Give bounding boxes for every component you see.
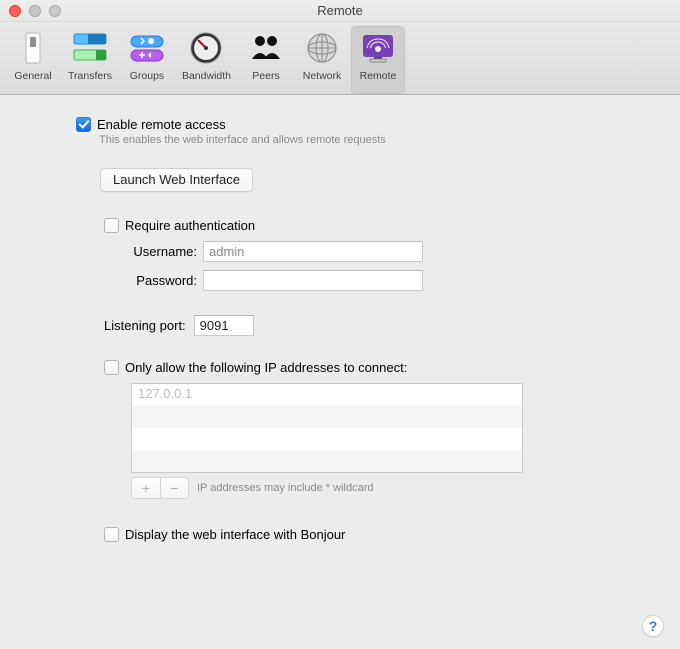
tab-transfers[interactable]: Transfers <box>62 26 118 94</box>
tab-peers[interactable]: Peers <box>239 26 293 94</box>
tab-general[interactable]: General <box>6 26 60 94</box>
ip-list-row <box>132 428 522 450</box>
add-ip-button[interactable]: + <box>132 478 160 498</box>
general-icon <box>13 28 53 68</box>
ip-list-row <box>132 450 522 472</box>
bandwidth-icon <box>186 28 226 68</box>
ip-list-row[interactable]: 127.0.0.1 <box>132 384 522 406</box>
tab-network[interactable]: Network <box>295 26 349 94</box>
groups-icon <box>127 28 167 68</box>
password-label: Password: <box>104 273 203 288</box>
tab-label: Remote <box>360 70 397 82</box>
bonjour-label: Display the web interface with Bonjour <box>125 527 345 542</box>
tab-label: Groups <box>130 70 164 82</box>
title-bar: Remote <box>0 0 680 22</box>
window-title: Remote <box>0 3 680 18</box>
enable-remote-label: Enable remote access <box>97 117 226 132</box>
username-label: Username: <box>104 244 203 259</box>
peers-icon <box>246 28 286 68</box>
launch-web-interface-button[interactable]: Launch Web Interface <box>100 168 253 192</box>
tab-label: Bandwidth <box>182 70 231 82</box>
tab-label: Transfers <box>68 70 112 82</box>
listening-port-field[interactable] <box>194 315 254 336</box>
remove-ip-button[interactable]: − <box>160 478 188 498</box>
remote-panel: Enable remote access This enables the we… <box>0 95 680 542</box>
network-icon <box>302 28 342 68</box>
password-field[interactable] <box>203 270 423 291</box>
tab-label: General <box>14 70 51 82</box>
listening-port-label: Listening port: <box>104 318 194 333</box>
ip-whitelist-label: Only allow the following IP addresses to… <box>125 360 407 375</box>
bonjour-checkbox[interactable] <box>104 527 119 542</box>
tab-groups[interactable]: Groups <box>120 26 174 94</box>
ip-list[interactable]: 127.0.0.1 <box>131 383 523 473</box>
preferences-toolbar: General Transfers <box>0 22 680 95</box>
tab-remote[interactable]: Remote <box>351 26 405 94</box>
remote-icon <box>358 28 398 68</box>
require-auth-label: Require authentication <box>125 218 255 233</box>
enable-remote-description: This enables the web interface and allow… <box>99 134 650 146</box>
transfers-icon <box>70 28 110 68</box>
help-button[interactable]: ? <box>642 615 664 637</box>
tab-bandwidth[interactable]: Bandwidth <box>176 26 237 94</box>
username-field[interactable] <box>203 241 423 262</box>
tab-label: Network <box>303 70 342 82</box>
tab-label: Peers <box>252 70 279 82</box>
enable-remote-checkbox[interactable] <box>76 117 91 132</box>
ip-whitelist-checkbox[interactable] <box>104 360 119 375</box>
require-auth-checkbox[interactable] <box>104 218 119 233</box>
ip-list-row <box>132 406 522 428</box>
ip-wildcard-hint: IP addresses may include * wildcard <box>197 482 374 494</box>
